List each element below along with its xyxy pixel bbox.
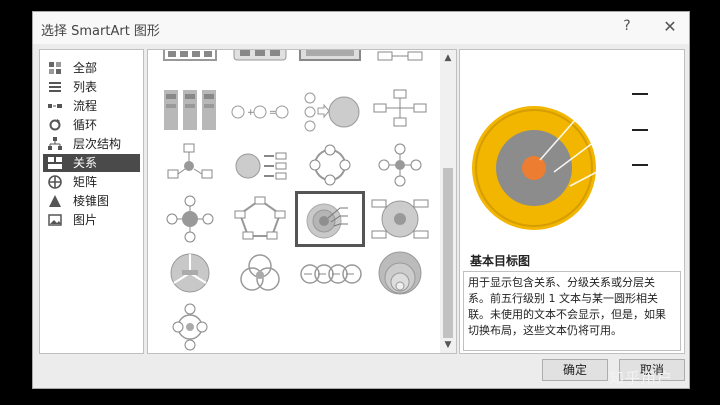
category-label: 矩阵 xyxy=(73,175,98,189)
category-item-picture[interactable]: 图片 xyxy=(43,211,140,229)
category-item-process[interactable]: 流程 xyxy=(43,97,140,115)
layout-thumbnail[interactable] xyxy=(158,50,222,78)
layout-thumbnail[interactable] xyxy=(158,140,222,190)
pyramid-icon xyxy=(49,195,61,207)
category-label: 循环 xyxy=(73,118,98,132)
layout-thumbnail[interactable] xyxy=(228,50,292,78)
layout-thumbnail[interactable] xyxy=(298,50,362,78)
picture-icon xyxy=(48,214,62,226)
matrix-icon xyxy=(48,175,62,189)
layout-thumbnail-basic-target[interactable] xyxy=(295,191,365,247)
category-item-hierarchy[interactable]: 层次结构 xyxy=(43,135,140,153)
layout-thumbnail[interactable] xyxy=(368,194,432,244)
gallery-scrollbar[interactable]: ▲ ▼ xyxy=(440,50,456,353)
category-label: 全部 xyxy=(73,61,98,75)
category-item-all[interactable]: 全部 xyxy=(43,59,140,77)
category-label: 棱锥图 xyxy=(73,194,110,208)
watermark: 知乎用户 xyxy=(609,369,674,387)
scroll-down-arrow-icon[interactable]: ▼ xyxy=(440,337,456,353)
layout-thumbnail[interactable] xyxy=(368,140,432,190)
scroll-thumb[interactable] xyxy=(443,168,453,338)
layout-thumbnail[interactable] xyxy=(298,140,362,190)
layout-thumbnail[interactable] xyxy=(158,86,222,136)
svg-text:=: = xyxy=(269,108,277,118)
preview-description: 用于显示包含关系、分级关系或分层关系。前五行级别 1 文本与某一圆形相关联。未使… xyxy=(463,271,681,351)
close-button[interactable]: ✕ xyxy=(661,17,679,36)
category-label: 图片 xyxy=(73,213,98,227)
title-bar: 选择 SmartArt 图形 ? ✕ xyxy=(33,12,689,44)
smartart-dialog: 选择 SmartArt 图形 ? ✕ 全部 列表 流程 循环 层次结构 关系 矩… xyxy=(32,11,690,389)
layout-thumbnail[interactable] xyxy=(228,248,292,298)
scroll-up-arrow-icon[interactable]: ▲ xyxy=(440,50,456,66)
layout-thumbnail[interactable] xyxy=(228,140,292,190)
category-item-relationship[interactable]: 关系 xyxy=(43,154,140,172)
preview-title: 基本目标图 xyxy=(470,254,531,268)
category-label: 列表 xyxy=(73,80,98,94)
preview-panel: 基本目标图 用于显示包含关系、分级关系或分层关系。前五行级别 1 文本与某一圆形… xyxy=(459,49,685,354)
layout-thumbnail[interactable] xyxy=(368,86,432,136)
svg-text:+: + xyxy=(247,108,255,118)
all-icon xyxy=(49,62,61,74)
process-icon xyxy=(48,104,62,108)
hierarchy-icon xyxy=(48,137,62,150)
layout-thumbnail[interactable] xyxy=(368,248,432,298)
category-item-pyramid[interactable]: 棱锥图 xyxy=(43,192,140,210)
category-list: 全部 列表 流程 循环 层次结构 关系 矩阵 棱锥图 图片 xyxy=(39,49,144,354)
category-label: 关系 xyxy=(73,156,98,170)
help-button[interactable]: ? xyxy=(619,18,635,34)
relationship-icon xyxy=(48,157,62,169)
ok-button[interactable]: 确定 xyxy=(542,359,608,381)
cycle-icon xyxy=(49,119,61,131)
center-ring xyxy=(522,156,546,180)
category-item-list[interactable]: 列表 xyxy=(43,78,140,96)
layout-thumbnail[interactable] xyxy=(158,248,222,298)
category-item-cycle[interactable]: 循环 xyxy=(43,116,140,134)
layout-thumbnail[interactable] xyxy=(228,194,292,244)
preview-image xyxy=(472,93,648,230)
category-item-matrix[interactable]: 矩阵 xyxy=(43,173,140,191)
layout-thumbnail[interactable] xyxy=(298,248,362,298)
layout-thumbnail[interactable] xyxy=(158,302,222,352)
category-label: 层次结构 xyxy=(73,137,122,151)
layout-thumbnail[interactable] xyxy=(158,194,222,244)
list-icon xyxy=(49,82,61,92)
category-label: 流程 xyxy=(73,99,98,113)
layout-thumbnail[interactable] xyxy=(298,86,362,136)
layout-thumbnail[interactable] xyxy=(368,50,432,78)
dialog-title: 选择 SmartArt 图形 xyxy=(41,24,160,39)
layout-thumbnail[interactable]: + = xyxy=(228,86,292,136)
layout-gallery: + = xyxy=(147,49,457,354)
